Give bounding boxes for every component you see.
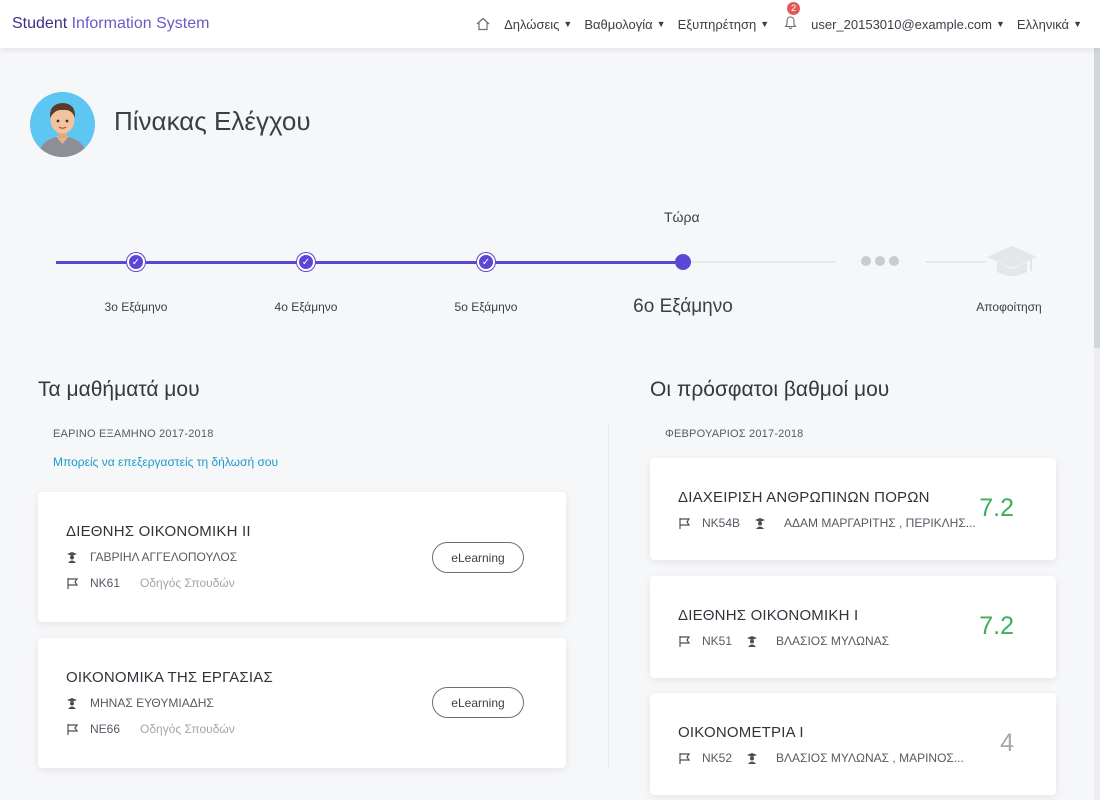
- flag-icon: [678, 752, 696, 765]
- grades-period: ΦΕΒΡΟΥΑΡΙΟΣ 2017-2018: [665, 428, 804, 440]
- chevron-down-icon: ▼: [996, 19, 1005, 29]
- study-guide-link[interactable]: Οδηγός Σπουδών: [140, 722, 235, 736]
- notification-badge: 2: [787, 1, 801, 15]
- grade-value: 7.2: [979, 612, 1014, 640]
- brand-part2: Information System: [71, 15, 210, 32]
- timeline-step-label-current: 6ο Εξάμηνο: [633, 296, 733, 317]
- chevron-down-icon: ▼: [1073, 19, 1082, 29]
- instructor-icon: [746, 635, 764, 647]
- user-email: user_20153010@example.com: [811, 16, 992, 32]
- grade-course-code: NK52: [702, 751, 733, 765]
- timeline-step-label: Αποφοίτηση: [976, 300, 1042, 314]
- course-instructor: ΜΗΝΑΣ ΕΥΘΥΜΙΑΔΗΣ: [90, 696, 214, 710]
- timeline-now-label: Τώρα: [664, 209, 700, 225]
- grade-course-title: ΔΙΑΧΕΙΡΙΣΗ ΑΝΘΡΩΠΙΝΩΝ ΠΟΡΩΝ: [678, 489, 930, 506]
- grade-meta-row: NK51 ΒΛΑΣΙΟΣ ΜΥΛΩΝΑΣ: [678, 634, 889, 648]
- flag-icon: [678, 517, 696, 530]
- timeline-step-completed: ✓: [127, 253, 145, 271]
- timeline-progress-line: [56, 261, 684, 264]
- grade-course-code: NK54B: [702, 516, 741, 530]
- courses-heading: Τα μαθήματά μου: [38, 378, 200, 401]
- course-code-row: NK61 Οδηγός Σπουδών: [66, 576, 235, 590]
- grade-course-title: ΟΙΚΟΝΟΜΕΤΡΙΑ Ι: [678, 724, 804, 741]
- course-title: ΟΙΚΟΝΟΜΙΚΑ ΤΗΣ ΕΡΓΑΣΙΑΣ: [66, 669, 273, 686]
- check-icon: ✓: [301, 256, 311, 268]
- menu-grades-label: Βαθμολογία: [584, 16, 653, 32]
- grade-meta-row: NK52 ΒΛΑΣΙΟΣ ΜΥΛΩΝΑΣ , ΜΑΡΙΝΟΣ...: [678, 751, 964, 765]
- timeline-step-label: 5ο Εξάμηνο: [454, 300, 518, 314]
- column-divider: [608, 424, 609, 769]
- timeline-step-completed: ✓: [297, 253, 315, 271]
- grade-card[interactable]: ΔΙΕΘΝΗΣ ΟΙΚΟΝΟΜΙΚΗ Ι NK51 ΒΛΑΣΙΟΣ ΜΥΛΩΝΑ…: [650, 576, 1056, 678]
- course-instructor: ΓΑΒΡΙΗΛ ΑΓΓΕΛΟΠΟΥΛΟΣ: [90, 550, 238, 564]
- courses-period: ΕΑΡΙΝΟ ΕΞΑΜΗΝΟ 2017-2018: [53, 428, 214, 440]
- timeline-step-label: 3ο Εξάμηνο: [104, 300, 168, 314]
- language-label: Ελληνικά: [1016, 16, 1070, 32]
- language-selector[interactable]: Ελληνικά ▼: [1011, 17, 1088, 32]
- grade-card[interactable]: ΔΙΑΧΕΙΡΙΣΗ ΑΝΘΡΩΠΙΝΩΝ ΠΟΡΩΝ NK54B ΑΔΑΜ Μ…: [650, 458, 1056, 560]
- flag-icon: [66, 723, 84, 736]
- menu-declarations-label: Δηλώσεις: [504, 16, 560, 32]
- menu-declarations[interactable]: Δηλώσεις ▼: [498, 17, 578, 32]
- grade-course-code: NK51: [702, 634, 733, 648]
- nav-menu: Δηλώσεις ▼ Βαθμολογία ▼ Εξυπηρέτηση ▼ 2 use…: [468, 0, 1088, 48]
- study-guide-link[interactable]: Οδηγός Σπουδών: [140, 576, 235, 590]
- grades-heading: Οι πρόσφατοι βαθμοί μου: [650, 378, 890, 401]
- check-icon: ✓: [481, 256, 491, 268]
- menu-grades[interactable]: Βαθμολογία ▼: [578, 17, 671, 32]
- course-instructor-row: ΜΗΝΑΣ ΕΥΘΥΜΙΑΔΗΣ: [66, 696, 214, 710]
- timeline-step-completed: ✓: [477, 253, 495, 271]
- flag-icon: [678, 635, 696, 648]
- chevron-down-icon: ▼: [656, 19, 666, 29]
- edit-declaration-link[interactable]: Μπορείς να επεξεργαστείς τη δήλωσή σου: [53, 455, 278, 469]
- scrollbar-thumb[interactable]: [1094, 48, 1100, 348]
- notifications-button[interactable]: 2: [775, 1, 805, 33]
- avatar[interactable]: [30, 92, 95, 157]
- user-menu[interactable]: user_20153010@example.com ▼: [805, 17, 1011, 32]
- instructor-icon: [66, 697, 84, 709]
- grade-value: 7.2: [979, 494, 1014, 522]
- grade-card[interactable]: ΟΙΚΟΝΟΜΕΤΡΙΑ Ι NK52 ΒΛΑΣΙΟΣ ΜΥΛΩΝΑΣ , ΜΑ…: [650, 693, 1056, 795]
- course-title: ΔΙΕΘΝΗΣ ΟΙΚΟΝΟΜΙΚΗ ΙΙ: [66, 523, 251, 540]
- grade-instructors: ΑΔΑΜ ΜΑΡΓΑΡΙΤΗΣ , ΠΕΡΙΚΛΗΣ...: [784, 516, 976, 530]
- timeline-step-label: 4ο Εξάμηνο: [274, 300, 338, 314]
- timeline-more-steps: [861, 256, 899, 266]
- brand-logo[interactable]: Student Information System: [12, 15, 209, 33]
- grade-value: 4: [1000, 729, 1014, 757]
- course-code: NK61: [90, 576, 121, 590]
- instructor-icon: [746, 752, 764, 764]
- grade-meta-row: NK54B ΑΔΑΜ ΜΑΡΓΑΡΙΤΗΣ , ΠΕΡΙΚΛΗΣ...: [678, 516, 976, 530]
- chevron-down-icon: ▼: [760, 19, 770, 29]
- elearning-button[interactable]: eLearning: [432, 687, 524, 718]
- brand-part1: Student: [12, 15, 68, 32]
- page-scrollbar[interactable]: [1094, 48, 1100, 800]
- course-code: NE66: [90, 722, 121, 736]
- grade-instructors: ΒΛΑΣΙΟΣ ΜΥΛΩΝΑΣ , ΜΑΡΙΝΟΣ...: [776, 751, 964, 765]
- course-card: ΟΙΚΟΝΟΜΙΚΑ ΤΗΣ ΕΡΓΑΣΙΑΣ ΜΗΝΑΣ ΕΥΘΥΜΙΑΔΗΣ…: [38, 638, 566, 768]
- course-instructor-row: ΓΑΒΡΙΗΛ ΑΓΓΕΛΟΠΟΥΛΟΣ: [66, 550, 237, 564]
- graduation-cap-icon: [986, 244, 1038, 285]
- instructor-icon: [66, 551, 84, 563]
- page-title: Πίνακας Ελέγχου: [114, 106, 311, 136]
- elearning-button[interactable]: eLearning: [432, 542, 524, 573]
- chevron-down-icon: ▼: [563, 19, 573, 29]
- timeline-remaining-line: [926, 261, 986, 263]
- flag-icon: [66, 577, 84, 590]
- timeline-remaining-line: [684, 261, 836, 263]
- instructor-icon: [754, 517, 772, 529]
- grade-course-title: ΔΙΕΘΝΗΣ ΟΙΚΟΝΟΜΙΚΗ Ι: [678, 607, 859, 624]
- top-navbar: Student Information System Δηλώσεις ▼ Βαθ…: [0, 0, 1100, 48]
- menu-services[interactable]: Εξυπηρέτηση ▼: [672, 17, 776, 32]
- home-icon[interactable]: [468, 17, 498, 31]
- course-card: ΔΙΕΘΝΗΣ ΟΙΚΟΝΟΜΙΚΗ ΙΙ ΓΑΒΡΙΗΛ ΑΓΓΕΛΟΠΟΥΛ…: [38, 492, 566, 622]
- grade-instructors: ΒΛΑΣΙΟΣ ΜΥΛΩΝΑΣ: [776, 634, 890, 648]
- check-icon: ✓: [131, 256, 141, 268]
- bell-icon: [784, 15, 797, 33]
- timeline-step-current: [675, 254, 691, 270]
- course-code-row: NE66 Οδηγός Σπουδών: [66, 722, 235, 736]
- menu-services-label: Εξυπηρέτηση: [677, 16, 757, 32]
